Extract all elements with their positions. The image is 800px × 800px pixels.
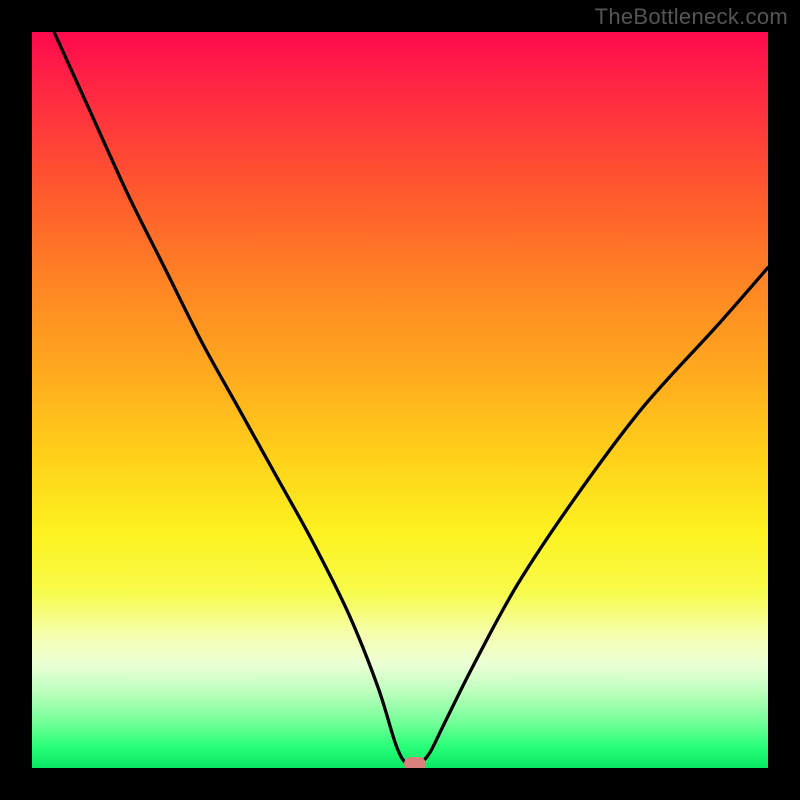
chart-frame: TheBottleneck.com (0, 0, 800, 800)
bottleneck-curve (32, 32, 768, 768)
optimal-point-marker (404, 757, 426, 768)
plot-area (32, 32, 768, 768)
watermark-label: TheBottleneck.com (595, 4, 788, 30)
